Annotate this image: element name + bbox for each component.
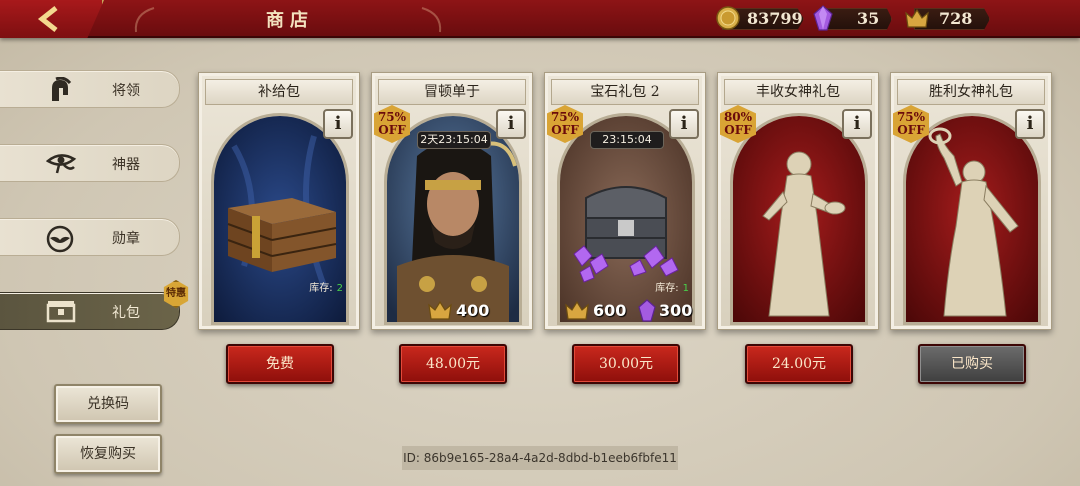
card-art-harvest-goddess (730, 113, 868, 325)
sidebar-item-gift-packs[interactable]: 礼包 (0, 292, 180, 330)
info-button[interactable]: i (842, 109, 872, 139)
pack-card-gems[interactable]: 宝石礼包 2 i 75% OFF 23:15:04 库存: 1 600 300 (544, 72, 706, 330)
sidebar-item-artifacts[interactable]: 神器 (0, 144, 180, 182)
sidebar-item-label: 将领 (112, 83, 140, 99)
pack-card-harvest-goddess[interactable]: 丰收女神礼包 i 80% OFF (717, 72, 879, 330)
card-title: 丰收女神礼包 (724, 79, 872, 105)
stock-value: 2 (336, 283, 343, 294)
claim-free-button[interactable]: 免费 (226, 344, 334, 384)
sidebar-item-label: 神器 (112, 157, 140, 173)
discount-off-label: OFF (378, 123, 406, 137)
info-button[interactable]: i (669, 109, 699, 139)
card-title: 胜利女神礼包 (897, 79, 1045, 105)
card-art-victory-goddess (903, 113, 1041, 325)
reward-token-value: 600 (593, 301, 627, 320)
buy-button-general[interactable]: 48.00元 (399, 344, 507, 384)
stock-label: 库存: (309, 283, 333, 294)
laurel-right-icon (421, 7, 442, 33)
discount-off-label: OFF (724, 123, 752, 137)
sidebar-item-label: 勋章 (112, 231, 140, 247)
redeem-code-button[interactable]: 兑换码 (54, 384, 162, 424)
crown-token-icon (905, 8, 929, 28)
reward-token-value: 400 (456, 301, 490, 320)
reward-tokens: 600 (565, 299, 635, 321)
countdown-timer: 2天23:15:04 (417, 131, 491, 149)
stock-label: 库存: (655, 283, 679, 294)
crown-token-icon (428, 300, 452, 320)
gold-coin-icon (716, 6, 740, 30)
reward-gems: 300 (637, 299, 703, 322)
eye-of-horus-icon (46, 154, 77, 174)
purchased-button-victory-goddess: 已购买 (918, 344, 1026, 384)
spartan-helmet-icon (52, 77, 72, 101)
info-button[interactable]: i (1015, 109, 1045, 139)
laurel-left-icon (134, 7, 155, 33)
restore-purchase-button[interactable]: 恢复购买 (54, 434, 162, 474)
wooden-chest-icon (227, 198, 337, 272)
token-value: 728 (939, 9, 973, 28)
gift-chest-icon (46, 301, 76, 323)
eagle-medal-icon (46, 225, 74, 253)
reward-tokens: 400 (428, 299, 508, 321)
card-title: 补给包 (205, 79, 353, 105)
discount-off-label: OFF (897, 123, 925, 137)
discount-off-label: OFF (551, 123, 579, 137)
sidebar-item-medals[interactable]: 勋章 (0, 218, 180, 256)
back-button[interactable] (0, 0, 104, 38)
card-title: 冒顿单于 (378, 79, 526, 105)
pack-card-victory-goddess[interactable]: 胜利女神礼包 i 75% OFF (890, 72, 1052, 330)
pack-card-supply[interactable]: 补给包 i 库存: 2 (198, 72, 360, 330)
sidebar-item-generals[interactable]: 将领 (0, 70, 180, 108)
info-button[interactable]: i (323, 109, 353, 139)
pack-card-general[interactable]: 冒顿单于 i 75% OFF 2天23:15:04 400 (371, 72, 533, 330)
stock-indicator: 库存: 2 (309, 279, 343, 294)
crown-token-icon (565, 300, 589, 320)
info-button[interactable]: i (496, 109, 526, 139)
gem-value: 35 (857, 9, 880, 28)
buy-button-harvest-goddess[interactable]: 24.00元 (745, 344, 853, 384)
sidebar-item-label: 礼包 (112, 305, 140, 321)
gold-value: 83799 (747, 9, 803, 28)
buy-button-gems[interactable]: 30.00元 (572, 344, 680, 384)
card-title: 宝石礼包 2 (551, 79, 699, 105)
back-arrow-icon (37, 6, 58, 32)
purple-gem-icon (813, 5, 833, 31)
reward-gem-value: 300 (659, 301, 693, 320)
page-title: 商店 (266, 10, 314, 31)
countdown-timer: 23:15:04 (590, 131, 664, 149)
stock-indicator: 库存: 1 (655, 279, 689, 294)
stock-value: 1 (682, 283, 689, 294)
top-bar: 商店 83799 35 728 (0, 0, 1080, 38)
device-id-label: ID: 86b9e165-28a4-4a2d-8dbd-b1eeb6fbfe11 (402, 446, 678, 470)
purple-gem-icon (638, 299, 656, 322)
gem-counter: 35 (826, 8, 892, 30)
